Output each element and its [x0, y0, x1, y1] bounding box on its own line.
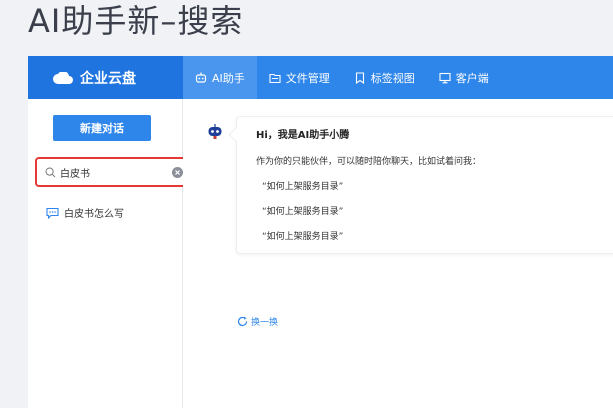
- suggested-question[interactable]: “如何上架服务目录”: [262, 229, 613, 243]
- nav-item-file-management[interactable]: 文件管理: [257, 56, 342, 99]
- refresh-label: 换一换: [251, 318, 279, 328]
- suggested-question[interactable]: “如何上架服务目录”: [262, 179, 613, 193]
- suggested-question[interactable]: “如何上架服务目录”: [262, 204, 613, 218]
- search-field[interactable]: [35, 157, 193, 187]
- nav-item-label: 文件管理: [285, 71, 330, 85]
- assistant-message-card: Hi，我是AI助手小腾 作为你的只能伙伴，可以随时陪你聊天，比如试着问我： “如…: [236, 116, 613, 254]
- nav-item-label: 标签视图: [370, 71, 415, 85]
- chat-history-item[interactable]: 白皮书怎么写: [46, 205, 124, 220]
- page-title: AI助手新–搜索: [28, 2, 244, 40]
- sidebar: 新建对话 白皮书怎么写: [28, 99, 193, 408]
- nav-item-ai-assistant[interactable]: AI助手: [183, 56, 257, 99]
- nav-item-label: 客户端: [455, 71, 489, 85]
- brand-logo[interactable]: 企业云盘: [28, 56, 183, 99]
- bot-avatar-icon: [208, 124, 222, 139]
- bookmark-icon: [355, 71, 364, 84]
- refresh-suggestions-button[interactable]: 换一换: [237, 315, 278, 328]
- chat-area: Hi，我是AI助手小腾 作为你的只能伙伴，可以随时陪你聊天，比如试着问我： “如…: [183, 99, 613, 408]
- folder-icon: [269, 73, 281, 83]
- top-nav-bar: 企业云盘 AI助手 文件管理 标签视图 客户端: [28, 56, 613, 99]
- nav-item-label: AI助手: [212, 71, 245, 85]
- chat-history-label: 白皮书怎么写: [64, 209, 124, 220]
- brand-name: 企业云盘: [80, 70, 136, 87]
- robot-icon: [195, 72, 207, 83]
- chat-bubble-icon: [46, 207, 59, 219]
- search-icon: [45, 167, 56, 177]
- app-window: 企业云盘 AI助手 文件管理 标签视图 客户端 新建对话 白皮书 白皮书怎么写 …: [28, 56, 613, 408]
- clear-search-icon[interactable]: [172, 166, 183, 178]
- new-chat-button[interactable]: 新建对话: [53, 115, 151, 141]
- monitor-icon: [439, 72, 451, 83]
- assistant-intro: 作为你的只能伙伴，可以随时陪你聊天，比如试着问我：: [256, 157, 482, 167]
- main-nav: AI助手 文件管理 标签视图 客户端: [183, 56, 501, 99]
- nav-item-tag-view[interactable]: 标签视图: [342, 56, 427, 99]
- cloud-icon: [53, 71, 73, 84]
- refresh-icon: [237, 316, 248, 327]
- search-input[interactable]: [60, 166, 172, 178]
- assistant-greeting: Hi，我是AI助手小腾: [256, 130, 350, 141]
- nav-item-client[interactable]: 客户端: [427, 56, 501, 99]
